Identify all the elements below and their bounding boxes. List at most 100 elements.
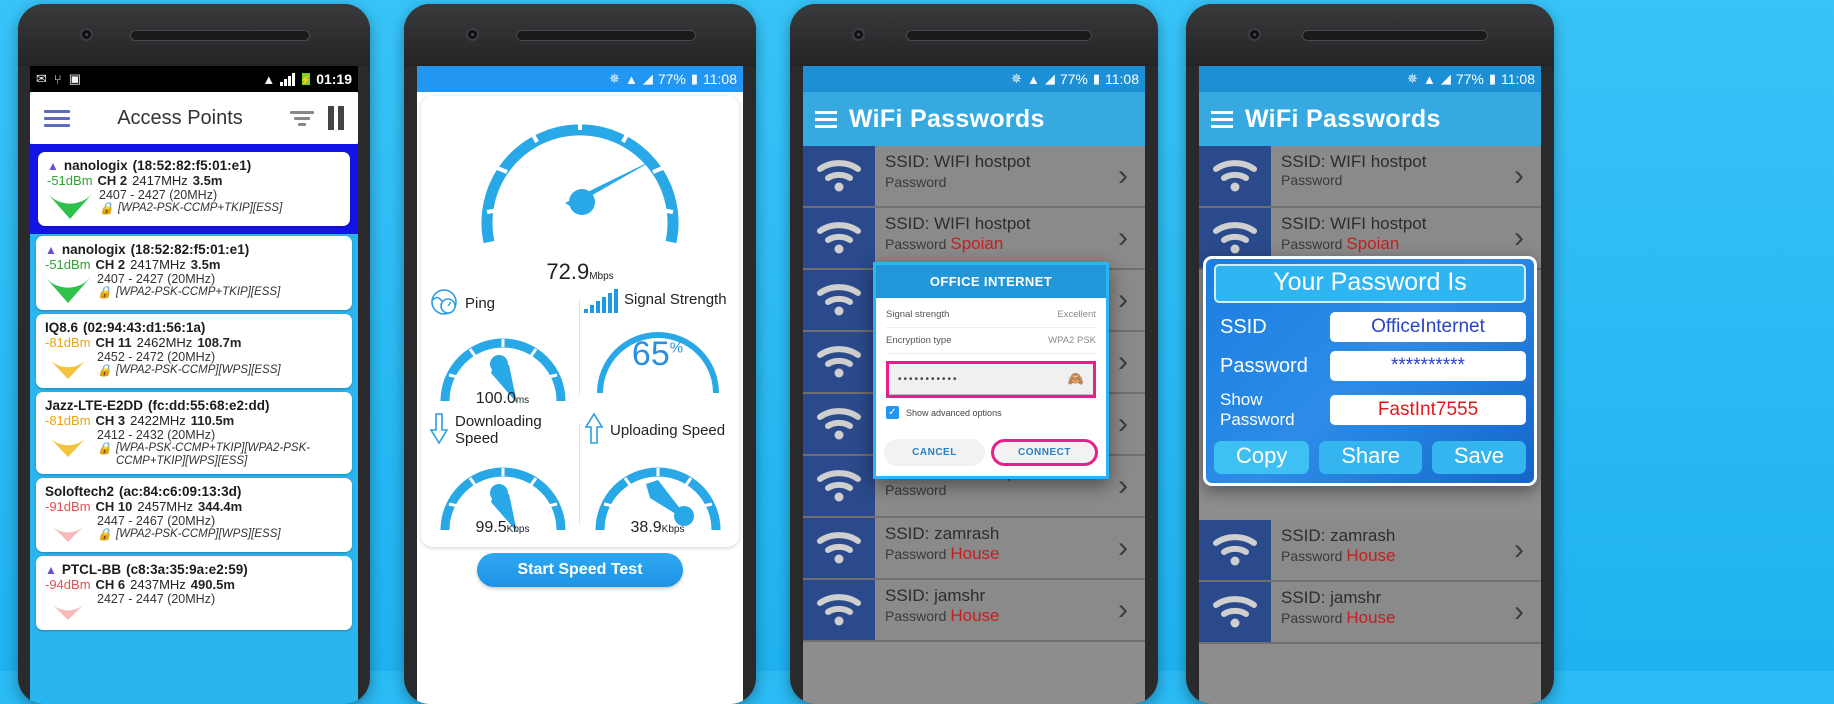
chevron-right-icon[interactable]: › [1497, 520, 1541, 580]
access-point-row[interactable]: Soloftech2 (ac:84:c6:09:13:3d) -91dBm CH… [30, 476, 358, 554]
list-item[interactable]: SSID: WIFI hostpot Password Spoian › [803, 208, 1145, 270]
battery-icon: ▮ [690, 71, 698, 86]
access-point-list[interactable]: ▲ nanologix (18:52:82:f5:01:e1) -51dBm C… [30, 144, 358, 632]
filter-icon[interactable] [290, 108, 314, 129]
share-button[interactable]: Share [1319, 441, 1422, 474]
phone1-screen: ✉ ⑂ ▣ ▲ ⚡ 01:19 Access Points ▲ nanologi… [30, 66, 358, 704]
signal-cone-icon [45, 594, 91, 624]
lock-icon: 🔒 [97, 527, 112, 542]
wifi-icon [803, 580, 875, 640]
wifi-icon [803, 270, 875, 330]
access-point-row[interactable]: Jazz-LTE-E2DD (fc:dd:55:68:e2:dd) -81dBm… [30, 390, 358, 476]
advanced-options-checkbox[interactable]: ✓ [886, 406, 899, 419]
connect-dialog: OFFICE INTERNET Signal strength Excellen… [873, 262, 1109, 479]
chevron-right-icon[interactable]: › [1497, 582, 1541, 642]
ssid-value: OfficeInternet [1330, 312, 1526, 342]
front-camera-icon [1248, 28, 1261, 41]
phone-wifi-password-result: ✵ ▲ ◢ 77% ▮ 11:08 WiFi Passwords SSID: W… [1186, 4, 1554, 704]
ping-unit: ms [515, 395, 530, 406]
eye-slash-icon[interactable]: 🙈 [1068, 371, 1084, 387]
speed-test-card: 72.9Mbps Ping 100.0ms Signal Strength 65… [421, 96, 739, 547]
password-row: Password ********** [1214, 351, 1526, 381]
wifi-icon: ▲ [1422, 71, 1436, 87]
list-item[interactable]: SSID: WIFI hostpot Password › [803, 146, 1145, 208]
usb-icon: ⑂ [53, 71, 62, 87]
battery-icon: ⚡ [301, 73, 311, 86]
password-value: House [1346, 608, 1396, 627]
panel-buttons: Copy Share Save [1214, 441, 1526, 474]
wifi-icon [803, 332, 875, 392]
chevron-right-icon[interactable]: › [1101, 146, 1145, 206]
connect-button[interactable]: CONNECT [991, 439, 1098, 466]
signal-cone-icon [47, 190, 93, 220]
phone1-app-bar: Access Points [30, 92, 358, 144]
list-item[interactable]: SSID: jamshr Password House › [803, 580, 1145, 642]
lock-icon: 🔒 [99, 201, 114, 215]
password-result-panel: Your Password Is SSID OfficeInternet Pas… [1203, 256, 1537, 486]
wifi-signal-icon: ▲ [47, 158, 59, 173]
password-value: ********** [1330, 351, 1526, 381]
save-button[interactable]: Save [1431, 441, 1526, 474]
signal-cone-icon [45, 516, 91, 546]
password-label: Password [885, 608, 947, 624]
cancel-button[interactable]: CANCEL [884, 439, 985, 466]
signal-bars-icon [584, 287, 618, 313]
access-point-row[interactable]: ▲ PTCL-BB (c8:3a:35:9a:e2:59) -94dBm CH … [30, 554, 358, 632]
hamburger-icon[interactable] [815, 107, 837, 132]
page-title: WiFi Passwords [849, 104, 1045, 133]
show-advanced-options-row[interactable]: ✓ Show advanced options [886, 402, 1096, 429]
list-item[interactable]: SSID: zamrash Password House › [1199, 520, 1541, 582]
list-item-ssid: SSID: WIFI hostpot [885, 214, 1031, 233]
dialog-title: OFFICE INTERNET [876, 265, 1106, 298]
password-label: Password [1281, 610, 1343, 626]
lock-icon: 🔒 [97, 441, 112, 455]
lock-icon: 🔒 [97, 285, 112, 299]
main-speed-value: 72.9 [546, 259, 590, 284]
list-item-ssid: SSID: WIFI hostpot [1281, 214, 1427, 233]
start-speed-test-button[interactable]: Start Speed Test [477, 553, 683, 587]
password-input[interactable]: ••••••••••• [898, 374, 959, 385]
page-title: WiFi Passwords [1245, 104, 1441, 133]
ping-label: Ping [465, 294, 496, 312]
signal-strength-label: Signal strength [886, 309, 950, 320]
list-item-ssid: SSID: WIFI hostpot [1281, 152, 1427, 171]
main-speed-unit: Mbps [589, 271, 614, 282]
chevron-right-icon[interactable]: › [1101, 208, 1145, 268]
ping-value: 100.0 [475, 390, 516, 407]
phone-access-points: ✉ ⑂ ▣ ▲ ⚡ 01:19 Access Points ▲ nanologi… [18, 4, 370, 704]
ping-globe-icon [429, 287, 459, 321]
wifi-signal-icon: ▲ [45, 562, 57, 577]
access-point-row[interactable]: ▲ nanologix (18:52:82:f5:01:e1) -51dBm C… [30, 234, 358, 312]
battery-icon: ▮ [1488, 71, 1496, 86]
list-item[interactable]: SSID: WIFI hostpot Password › [1199, 146, 1541, 208]
password-label: Password [885, 546, 947, 562]
show-password-row: Show Password FastInt7555 [1214, 390, 1526, 430]
lock-icon: 🔒 [97, 363, 112, 377]
encryption-type-field: Encryption type WPA2 PSK [886, 328, 1096, 354]
signal-strength-field: Signal strength Excellent [886, 302, 1096, 328]
chevron-right-icon[interactable]: › [1497, 146, 1541, 206]
list-item[interactable]: SSID: zamrash Password House › [803, 518, 1145, 580]
wifi-icon: ▲ [1026, 71, 1040, 87]
list-item[interactable]: SSID: jamshr Password House › [1199, 582, 1541, 644]
access-point-row[interactable]: IQ8.6 (02:94:43:d1:56:1a) -81dBm CH 11 2… [30, 312, 358, 390]
wifi-icon: ▲ [262, 71, 276, 87]
status-time: 11:08 [1105, 71, 1139, 87]
ap-name-line: ▲ nanologix (18:52:82:f5:01:e1) [47, 158, 252, 173]
signal-cone-icon [45, 430, 91, 460]
upload-value: 38.9 [630, 519, 662, 536]
hamburger-icon[interactable] [44, 106, 70, 131]
chevron-right-icon[interactable]: › [1101, 580, 1145, 640]
signal-icon: ◢ [1044, 71, 1055, 86]
battery-percent: 77% [1059, 71, 1088, 87]
chevron-right-icon[interactable]: › [1101, 518, 1145, 578]
access-point-row[interactable]: ▲ nanologix (18:52:82:f5:01:e1) -51dBm C… [30, 144, 358, 234]
copy-button[interactable]: Copy [1214, 441, 1310, 474]
pause-icon[interactable] [328, 106, 344, 130]
wifi-icon: ▲ [624, 71, 638, 87]
password-label: Password [1281, 548, 1343, 564]
password-value: Spoian [950, 234, 1004, 253]
password-label: Password [885, 174, 947, 190]
front-camera-icon [852, 28, 865, 41]
hamburger-icon[interactable] [1211, 107, 1233, 132]
